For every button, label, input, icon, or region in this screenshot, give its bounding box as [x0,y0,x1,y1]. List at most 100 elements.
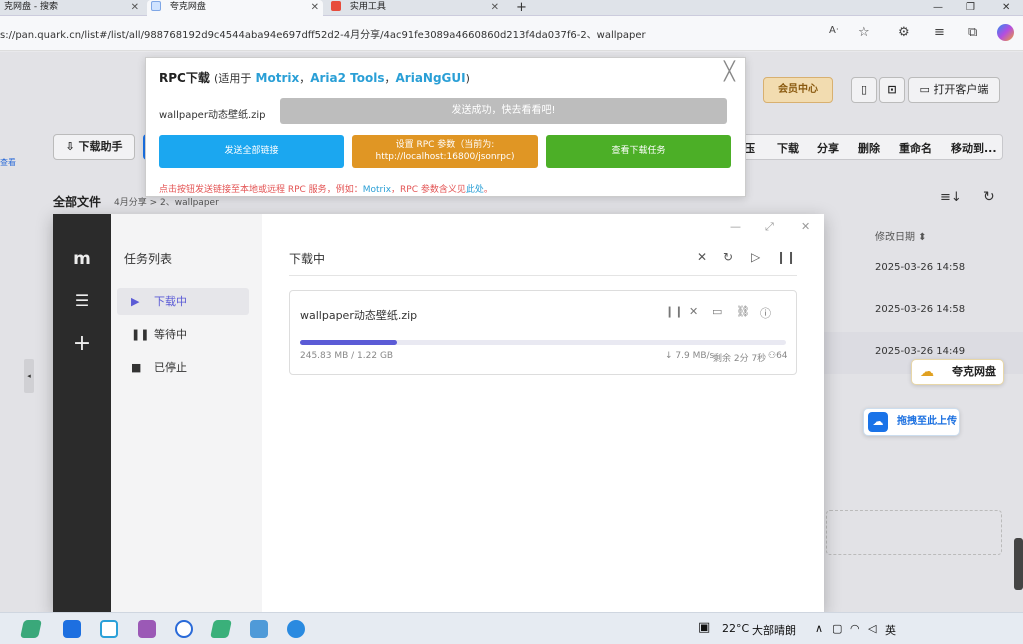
share-button[interactable]: 分享 [817,140,839,156]
pause-task-icon[interactable]: ❙❙ [665,305,683,318]
volume-icon[interactable]: ◁ [868,622,876,635]
app-icon[interactable] [210,620,232,638]
task-speed: ↓ 7.9 MB/s [665,351,715,361]
download-helper-button[interactable]: ⇩ 下载助手 [53,134,135,160]
download-button[interactable]: 下载 [777,140,799,156]
app-icon[interactable] [287,620,305,638]
wifi-icon[interactable]: ◠ [850,622,860,635]
folder-icon[interactable]: ▭ [712,305,722,318]
delete-task-icon[interactable]: ✕ [689,305,698,318]
phone-icon[interactable]: ▯ [851,77,877,103]
breadcrumb-root[interactable]: 全部文件 [53,193,101,210]
download-task-card[interactable]: wallpaper动态壁纸.zip ❙❙ ✕ ▭ ⛓ ⓘ 245.83 MB /… [289,290,797,375]
nav-downloading[interactable]: ▶ 下载中 [117,288,249,315]
page-scrollbar-thumb[interactable] [1014,538,1023,590]
rpc-subtitle-suffix: ) [465,72,470,85]
member-center-button[interactable]: 会员中心 [763,77,833,103]
quark-floating-badge[interactable]: ☁ 夸克网盘 [911,359,1004,385]
send-all-links-button[interactable]: 发送全部链接 [159,135,344,168]
input-method-indicator[interactable]: 英 [885,622,896,638]
hint-here-link[interactable]: 此处 [466,185,484,195]
copilot-icon[interactable] [997,24,1014,41]
tab-quark-pan[interactable]: 夸克网盘 ✕ [147,0,323,16]
download-helper-label: 下载助手 [78,140,123,153]
task-list-title: 任务列表 [124,252,173,266]
sort-icon[interactable]: ≡↓ [940,190,962,205]
cloud-drive-icon[interactable] [175,620,193,638]
collapse-sidebar-handle[interactable]: ◂ [24,359,34,393]
link-icon[interactable]: ⛓ [736,305,750,318]
cloud-icon [151,1,161,11]
close-tab-icon[interactable]: ✕ [491,0,499,15]
favorite-icon[interactable]: ☆ [858,25,870,40]
temperature[interactable]: 22°C [722,622,749,635]
resume-all-icon[interactable]: ▷ [751,250,760,264]
task-size: 245.83 MB / 1.22 GB [300,351,394,361]
maximize-icon[interactable]: ⤢ [765,220,774,234]
browser-tab-strip: 克网盘 - 搜索 ✕ 夸克网盘 ✕ 实用工具 ✕ + — ❐ ✕ [0,0,1023,16]
close-window-icon[interactable]: ✕ [801,220,810,233]
extensions-icon[interactable]: ⚙ [898,25,910,40]
motrix-link[interactable]: Motrix [256,71,300,85]
info-icon[interactable]: ⓘ [760,305,771,321]
rename-button[interactable]: 重命名 [899,140,932,156]
refresh-icon[interactable]: ↻ [983,189,995,205]
weather-text[interactable]: 大部晴朗 [752,622,796,638]
play-icon: ▶ [131,295,140,308]
delete-button[interactable]: 删除 [858,140,880,156]
hint-motrix-link[interactable]: Motrix [363,185,391,195]
modified-date-header[interactable]: 修改日期 ⬍ [875,228,927,243]
collections-icon[interactable]: ⧉ [968,25,977,40]
tab-label: 实用工具 [349,2,386,12]
drag-upload-badge[interactable]: ☁ 拖拽至此上传 [863,408,960,436]
drop-zone[interactable] [826,510,1002,555]
tab-tools[interactable]: 实用工具 ✕ [327,0,503,16]
favorites-list-icon[interactable]: ≡ [934,25,945,40]
close-tab-icon[interactable]: ✕ [311,0,319,15]
open-client-button[interactable]: ▭ 打开客户端 [908,77,1000,103]
app-icon[interactable] [250,620,268,638]
divider [289,275,797,276]
app-icon[interactable] [63,620,81,638]
monitor-icon: ▭ [919,83,934,96]
task-list-panel: 任务列表 ▶ 下载中 ❚❚ 等待中 ■ 已停止 [111,214,262,612]
read-aloud-icon[interactable]: Aᐧ [829,25,838,36]
new-tab-icon[interactable]: + [516,0,527,15]
url-field[interactable]: s://pan.quark.cn/list#/list/all/98876819… [0,26,646,41]
quark-icon[interactable] [100,620,118,638]
device-icon[interactable]: ⊡ [879,77,905,103]
tab-label: 夸克网盘 [169,2,206,12]
app-icon[interactable] [20,620,42,638]
add-task-icon[interactable]: + [53,331,111,356]
network-icon[interactable]: ▢ [832,622,842,635]
maximize-icon[interactable]: ❐ [966,0,975,15]
pause-all-icon[interactable]: ❙❙ [776,250,796,264]
tab-search[interactable]: 克网盘 - 搜索 ✕ [0,0,143,16]
cloud-icon: ☁ [920,364,934,380]
close-icon[interactable]: ╳ [724,61,735,82]
nav-waiting[interactable]: ❚❚ 等待中 [117,321,249,348]
view-download-tasks-button[interactable]: 查看下载任务 [546,135,731,168]
open-client-label: 打开客户端 [933,83,989,96]
chevron-up-icon[interactable]: ∧ [815,622,823,635]
rpc-settings-button[interactable]: 设置 RPC 参数（当前为: http://localhost:16800/js… [352,135,538,168]
aria2-tools-link[interactable]: Aria2 Tools [310,71,384,85]
menu-icon[interactable]: ☰ [53,291,111,310]
minimize-icon[interactable]: — [933,0,943,15]
clear-icon[interactable]: ✕ [697,250,707,264]
file-toolbar: 压 下载 分享 删除 重命名 移动到... [735,134,1003,160]
app-icon[interactable] [138,620,156,638]
progress-fill [300,340,398,345]
nav-stopped[interactable]: ■ 已停止 [117,354,249,381]
close-window-icon[interactable]: ✕ [1002,0,1010,15]
side-link[interactable]: 查看 [0,157,16,168]
nav-label: 已停止 [154,361,187,374]
header-label: 修改日期 [875,232,915,243]
move-to-button[interactable]: 移动到... [951,140,997,156]
weather-icon[interactable]: ▣ [698,620,710,635]
refresh-icon[interactable]: ↻ [723,250,733,264]
close-tab-icon[interactable]: ✕ [131,0,139,15]
ariang-gui-link[interactable]: AriaNgGUI [396,71,466,85]
upload-cloud-icon: ☁ [868,412,888,432]
minimize-icon[interactable]: — [730,220,741,233]
